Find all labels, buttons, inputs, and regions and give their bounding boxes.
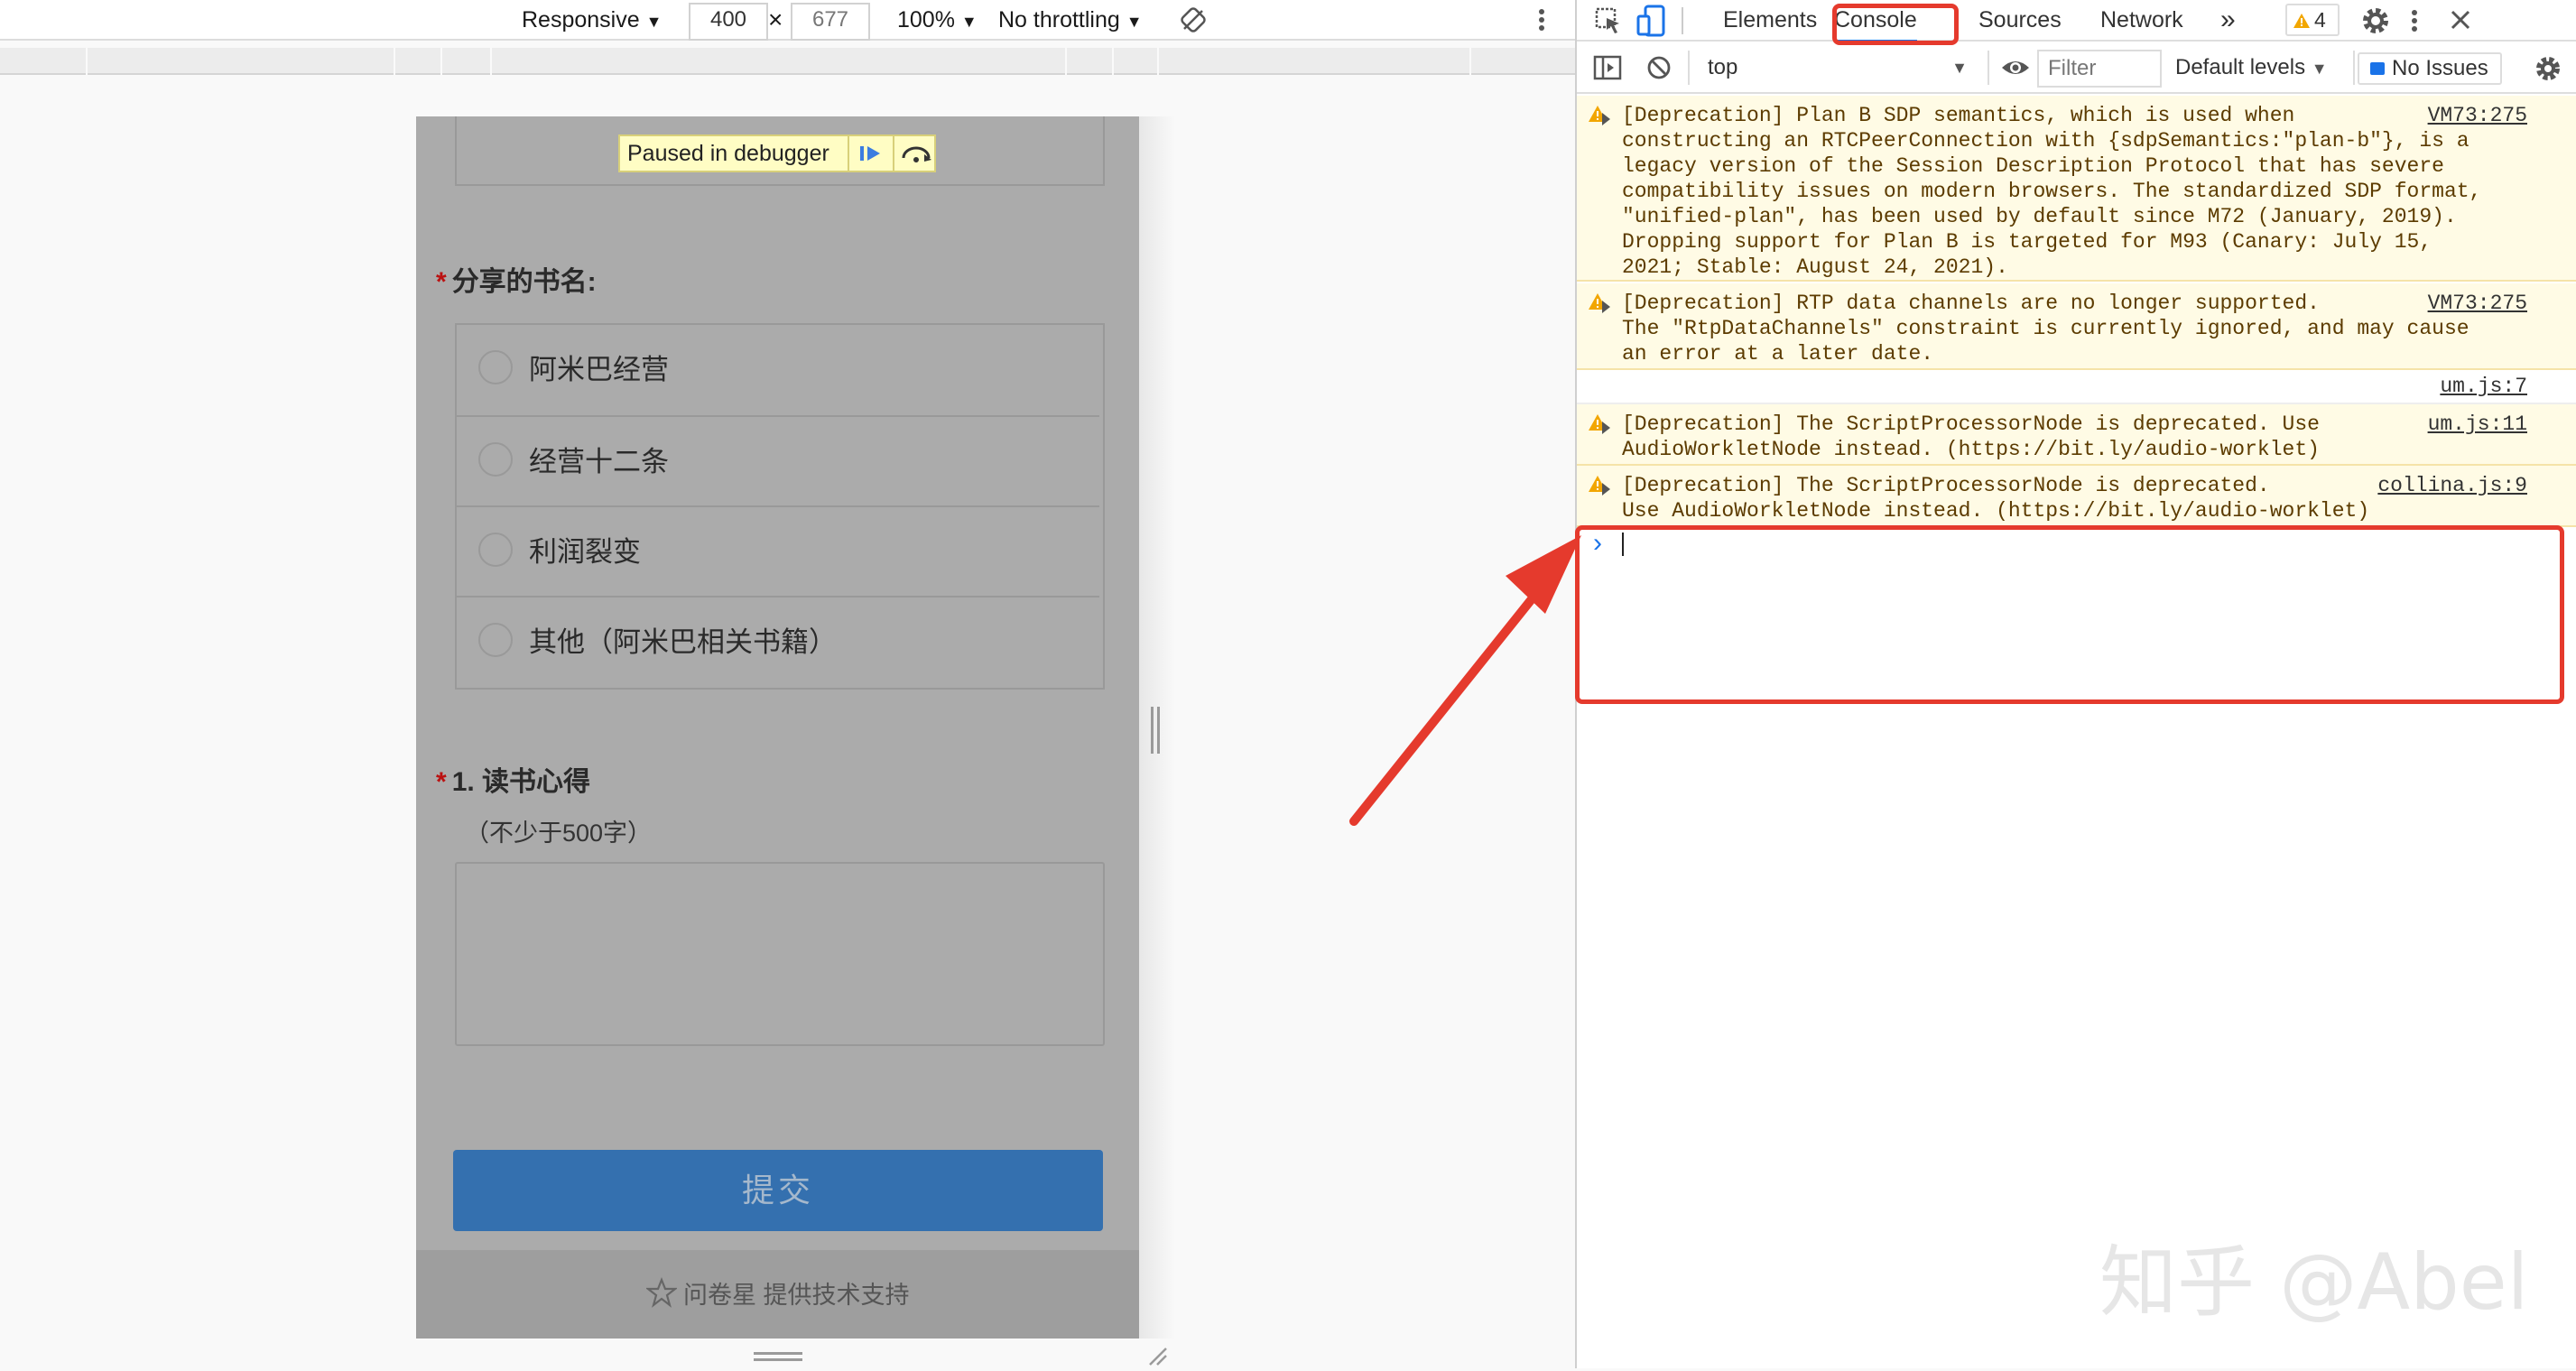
- watermark: 知乎 @Abel: [2099, 1237, 2529, 1328]
- annotation-arrow-icon: [1349, 535, 1581, 826]
